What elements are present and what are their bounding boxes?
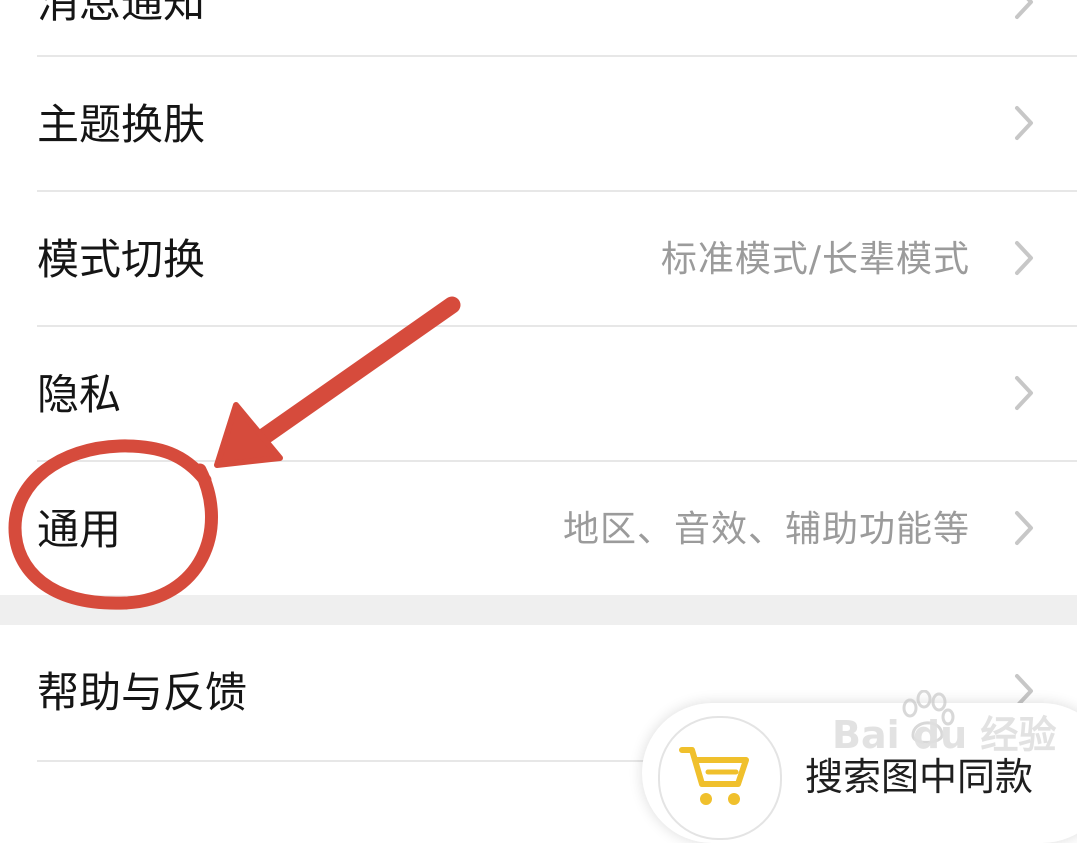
- watermark-text: Bai du 经验: [832, 713, 1057, 757]
- chevron-right-icon: [1015, 106, 1033, 140]
- chevron-right-icon: [1015, 376, 1033, 410]
- search-same-item-label[interactable]: 搜索图中同款: [805, 753, 1033, 801]
- settings-row-label: 通用: [37, 505, 122, 554]
- section-separator: [0, 595, 1077, 625]
- shopping-cart-icon: [679, 747, 749, 805]
- settings-row-label: 主题换肤: [37, 100, 206, 149]
- chevron-right-icon: [1015, 511, 1033, 545]
- chevron-right-icon: [1015, 241, 1033, 275]
- settings-row-value: 标准模式/长辈模式: [660, 239, 970, 280]
- settings-row-label: 消息通知: [37, 0, 206, 27]
- settings-row-label: 帮助与反馈: [37, 668, 248, 717]
- settings-row-label: 隐私: [37, 370, 122, 419]
- settings-row-privacy[interactable]: 隐私: [0, 327, 1077, 460]
- settings-row-theme-skin[interactable]: 主题换肤: [0, 57, 1077, 190]
- settings-row-value: 地区、音效、辅助功能等: [562, 509, 970, 550]
- settings-row-label: 模式切换: [37, 235, 206, 284]
- chevron-right-icon: [1015, 0, 1033, 19]
- settings-row-mode-switch[interactable]: 模式切换 标准模式/长辈模式: [0, 192, 1077, 325]
- settings-row-message-notifications[interactable]: 消息通知: [0, 0, 1077, 55]
- settings-row-general[interactable]: 通用 地区、音效、辅助功能等: [0, 462, 1077, 595]
